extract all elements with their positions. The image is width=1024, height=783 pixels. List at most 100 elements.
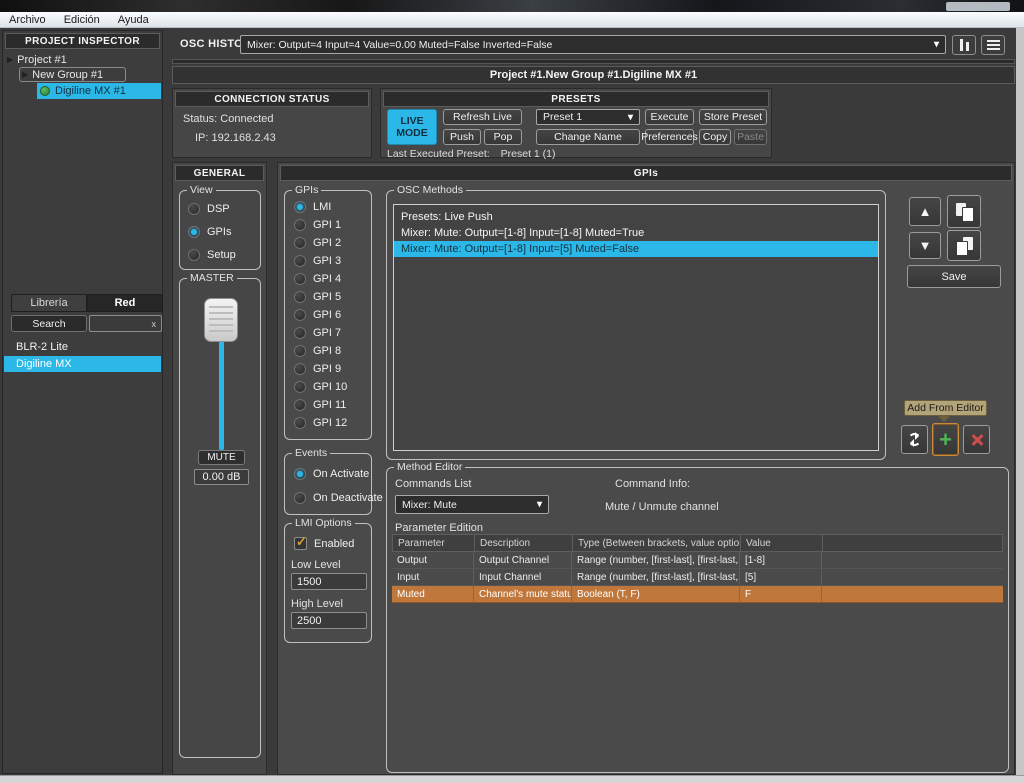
osc-methods-list[interactable]: Presets: Live Push Mixer: Mute: Output=[… bbox=[393, 204, 879, 451]
cell[interactable]: [5] bbox=[740, 569, 822, 585]
device-label: Digiline MX bbox=[16, 358, 72, 370]
gpi-option-6[interactable]: GPI 6 bbox=[294, 309, 371, 321]
preset-select-value: Preset 1 bbox=[543, 111, 582, 123]
tree-item-device[interactable]: Digiline MX #1 bbox=[37, 83, 161, 98]
expand-arrow-icon[interactable]: ▶ bbox=[7, 55, 13, 64]
gpi-option-4[interactable]: GPI 4 bbox=[294, 273, 371, 285]
window-frame-bottom bbox=[0, 775, 1024, 783]
expand-arrow-icon[interactable]: ▶ bbox=[22, 70, 28, 79]
history-levels-button[interactable] bbox=[952, 35, 976, 55]
tree-selected-row[interactable]: Digiline MX #1 bbox=[37, 83, 161, 99]
paste-button[interactable]: Paste bbox=[734, 129, 767, 145]
project-inspector-panel: PROJECT INSPECTOR ▶ Project #1 ▶ New Gro… bbox=[2, 30, 163, 774]
gpi-option-5[interactable]: GPI 5 bbox=[294, 291, 371, 303]
move-down-button[interactable]: ▼ bbox=[909, 232, 941, 259]
preset-select[interactable]: Preset 1 ▾ bbox=[536, 109, 640, 125]
cell[interactable]: F bbox=[740, 586, 822, 602]
add-from-editor-button[interactable]: + bbox=[932, 423, 959, 456]
tab-red[interactable]: Red bbox=[87, 294, 163, 312]
mute-button[interactable]: MUTE bbox=[198, 450, 245, 465]
lmi-options-groupbox: LMI Options ✓ Enabled Low Level 1500 Hig… bbox=[284, 523, 372, 643]
move-up-button[interactable]: ▲ bbox=[909, 197, 941, 226]
cell: Muted bbox=[392, 586, 474, 602]
event-on-activate[interactable]: On Activate bbox=[294, 468, 369, 480]
copy-method-button[interactable] bbox=[947, 195, 981, 228]
osc-method-item-selected[interactable]: Mixer: Mute: Output=[1-8] Input=[5] Mute… bbox=[394, 241, 878, 257]
preferences-button[interactable]: Preferences bbox=[645, 129, 694, 145]
change-name-button[interactable]: Change Name bbox=[536, 129, 640, 145]
menu-archivo[interactable]: Archivo bbox=[0, 12, 55, 28]
radio-icon bbox=[188, 249, 200, 261]
chevron-down-icon[interactable]: ▾ bbox=[934, 39, 939, 50]
radio-label: LMI bbox=[313, 201, 331, 213]
table-row-input[interactable]: Input Input Channel Range (number, [firs… bbox=[392, 569, 1003, 586]
cell bbox=[822, 586, 1003, 602]
osc-method-item[interactable]: Presets: Live Push bbox=[394, 209, 878, 225]
tab-libreria[interactable]: Librería bbox=[11, 294, 87, 312]
gpi-option-lmi[interactable]: LMI bbox=[294, 201, 371, 213]
clear-search-icon[interactable]: x bbox=[152, 319, 157, 329]
gpi-option-3[interactable]: GPI 3 bbox=[294, 255, 371, 267]
tree-item-group[interactable]: ▶ New Group #1 bbox=[19, 67, 126, 82]
gpi-option-11[interactable]: GPI 11 bbox=[294, 399, 371, 411]
commands-select[interactable]: Mixer: Mute ▾ bbox=[395, 495, 549, 514]
radio-icon bbox=[188, 203, 200, 215]
high-level-input[interactable]: 2500 bbox=[291, 612, 367, 629]
gpi-option-7[interactable]: GPI 7 bbox=[294, 327, 371, 339]
gpi-option-8[interactable]: GPI 8 bbox=[294, 345, 371, 357]
general-header: GENERAL bbox=[175, 165, 264, 181]
copy-button[interactable]: Copy bbox=[699, 129, 731, 145]
refresh-methods-button[interactable] bbox=[901, 425, 928, 454]
gpi-option-1[interactable]: GPI 1 bbox=[294, 219, 371, 231]
gpis-panel: GPIs GPIs LMI GPI 1 GPI 2 GPI 3 GPI 4 GP… bbox=[277, 162, 1015, 775]
events-groupbox: Events On Activate On Deactivate bbox=[284, 453, 372, 515]
event-on-deactivate[interactable]: On Deactivate bbox=[294, 492, 383, 504]
command-info-text: Mute / Unmute channel bbox=[605, 501, 719, 513]
save-label: Save bbox=[941, 271, 966, 283]
save-button[interactable]: Save bbox=[907, 265, 1001, 288]
menu-edicion[interactable]: Edición bbox=[55, 12, 109, 28]
execute-button[interactable]: Execute bbox=[645, 109, 694, 125]
window-controls[interactable] bbox=[946, 2, 1010, 11]
checkbox-icon[interactable]: ✓ bbox=[294, 537, 307, 550]
device-list-item[interactable]: BLR-2 Lite bbox=[4, 339, 161, 355]
gpi-option-10[interactable]: GPI 10 bbox=[294, 381, 371, 393]
osc-history-combobox[interactable]: Mixer: Output=4 Input=4 Value=0.00 Muted… bbox=[240, 35, 946, 54]
delete-method-button[interactable] bbox=[963, 425, 990, 454]
master-level-value[interactable]: 0.00 dB bbox=[194, 469, 249, 485]
search-input[interactable]: x bbox=[89, 315, 162, 332]
last-executed-preset: Last Executed Preset: Preset 1 (1) bbox=[387, 148, 556, 160]
gpi-option-12[interactable]: GPI 12 bbox=[294, 417, 371, 429]
osc-method-item[interactable]: Mixer: Mute: Output=[1-8] Input=[1-8] Mu… bbox=[394, 225, 878, 241]
gpi-option-9[interactable]: GPI 9 bbox=[294, 363, 371, 375]
divider-strip bbox=[172, 59, 1015, 64]
history-menu-button[interactable] bbox=[981, 35, 1005, 55]
table-row-output[interactable]: Output Output Channel Range (number, [fi… bbox=[392, 552, 1003, 569]
cell[interactable]: [1-8] bbox=[740, 552, 822, 568]
osc-history-value: Mixer: Output=4 Input=4 Value=0.00 Muted… bbox=[247, 39, 552, 51]
fader-knob[interactable] bbox=[204, 298, 238, 342]
store-preset-button[interactable]: Store Preset bbox=[699, 109, 767, 125]
radio-icon bbox=[294, 237, 306, 249]
gpi-option-2[interactable]: GPI 2 bbox=[294, 237, 371, 249]
osc-method-text: Presets: Live Push bbox=[401, 211, 493, 223]
enabled-checkbox-row[interactable]: ✓ Enabled bbox=[294, 537, 354, 550]
refresh-live-button[interactable]: Refresh Live bbox=[443, 109, 522, 125]
refresh-live-label: Refresh Live bbox=[453, 111, 512, 123]
table-row-muted-selected[interactable]: Muted Channel's mute status Boolean (T, … bbox=[392, 586, 1003, 603]
paste-method-button[interactable] bbox=[947, 230, 981, 261]
master-groupbox: MASTER MUTE 0.00 dB bbox=[179, 278, 261, 758]
low-level-input[interactable]: 1500 bbox=[291, 573, 367, 590]
pop-button[interactable]: Pop bbox=[484, 129, 522, 145]
device-list-item-selected[interactable]: Digiline MX bbox=[4, 356, 161, 372]
view-option-dsp[interactable]: DSP bbox=[188, 203, 230, 215]
tree-item-project[interactable]: ▶ Project #1 bbox=[7, 52, 67, 67]
view-option-gpis[interactable]: GPIs bbox=[188, 226, 231, 238]
menu-ayuda[interactable]: Ayuda bbox=[109, 12, 158, 28]
col-parameter: Parameter bbox=[393, 535, 475, 551]
search-button[interactable]: Search bbox=[11, 315, 87, 332]
radio-icon bbox=[294, 492, 306, 504]
live-mode-button[interactable]: LIVE MODE bbox=[387, 109, 437, 145]
view-option-setup[interactable]: Setup bbox=[188, 249, 236, 261]
push-button[interactable]: Push bbox=[443, 129, 481, 145]
